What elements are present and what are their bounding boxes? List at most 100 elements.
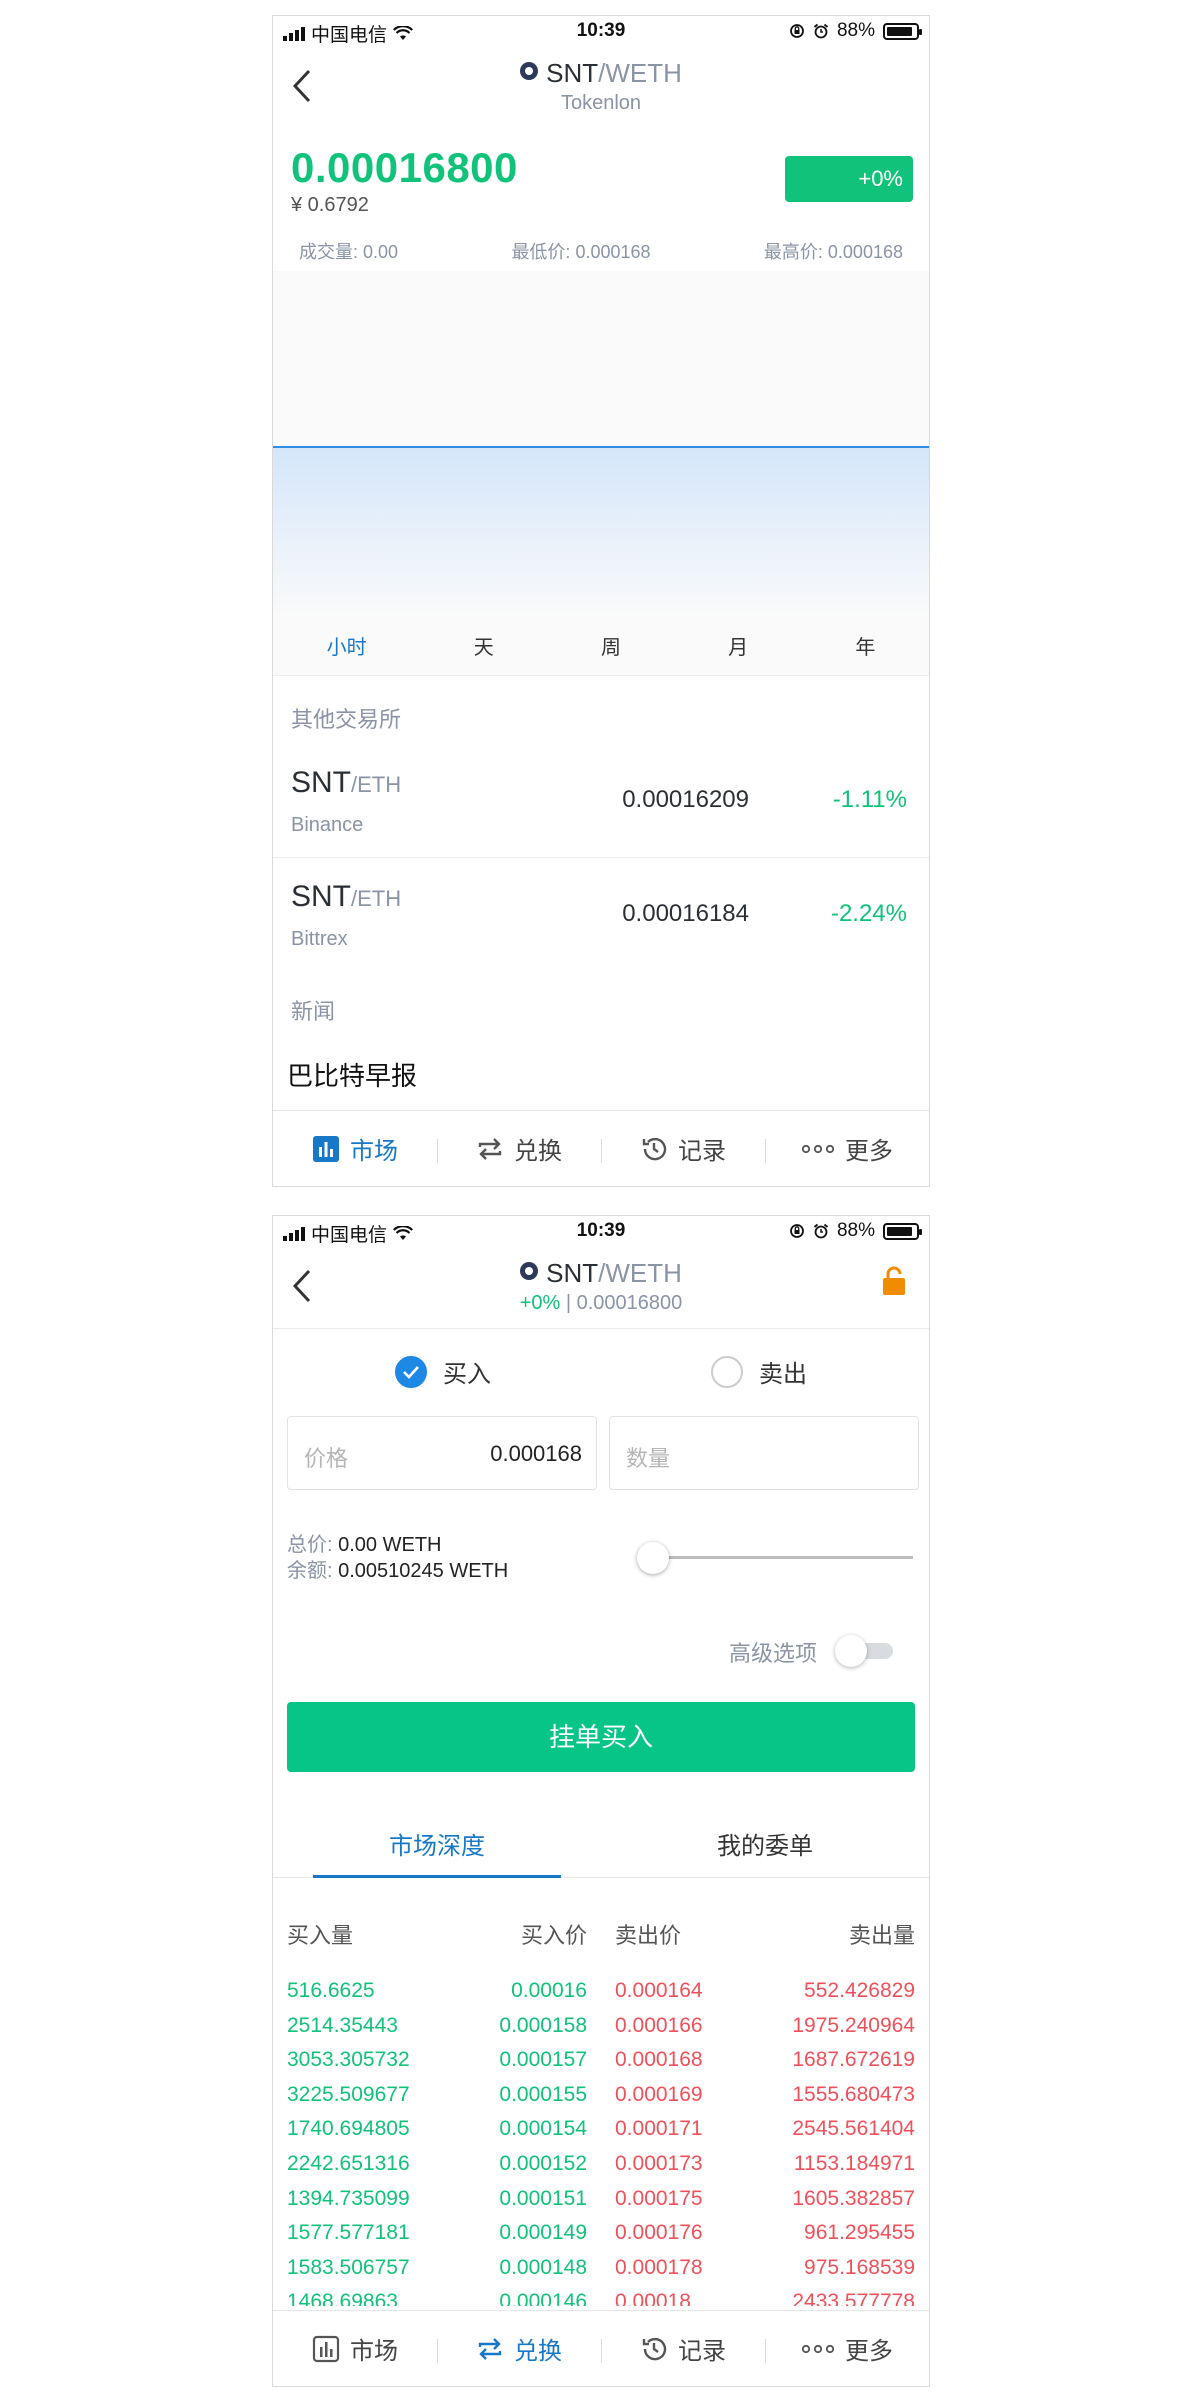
tab-market[interactable]: 市场: [273, 1131, 437, 1166]
tab-exchange-label: 兑换: [514, 2338, 562, 2365]
swap-icon: [478, 1137, 502, 1160]
buy-label: 买入: [443, 1361, 491, 1388]
price-field-value: 0.000168: [490, 1441, 582, 1466]
exchange-row-change: -1.11%: [832, 786, 907, 813]
checkmark-icon: [403, 1365, 419, 1379]
tab-market-depth[interactable]: 市场深度: [273, 1816, 601, 1878]
order-book-row: 1740.694805 0.000154 0.000171 2545.561404: [273, 2114, 929, 2149]
sell-radio[interactable]: [711, 1355, 743, 1388]
place-buy-order-button[interactable]: 挂单买入: [287, 1702, 915, 1772]
order-book-row: 1394.735099 0.000151 0.000175 1605.382857: [273, 2184, 929, 2219]
period-hour[interactable]: 小时: [327, 631, 367, 660]
period-day[interactable]: 天: [474, 631, 494, 660]
exchange-row-name: Bittrex: [291, 928, 348, 950]
buy-qty-cell: 1577.577181: [287, 2221, 410, 2245]
orientation-lock-icon: [790, 1224, 804, 1238]
history-icon: [642, 1137, 667, 1160]
pair-quote: /WETH: [598, 58, 682, 88]
amount-field[interactable]: 数量: [609, 1416, 919, 1490]
coin-icon: [520, 62, 539, 80]
depth-tabs: 市场深度 我的委单: [273, 1816, 929, 1878]
other-exchanges-title: 其他交易所: [291, 707, 402, 732]
order-book-row: 1583.506757 0.000148 0.000178 975.168539: [273, 2253, 929, 2288]
buy-option[interactable]: 买入: [395, 1354, 491, 1389]
balance-value: 0.00510245 WETH: [332, 1560, 509, 1582]
buy-price-cell: 0.000146: [499, 2290, 587, 2306]
sell-price-cell: 0.000178: [615, 2255, 703, 2279]
advanced-options-toggle-knob[interactable]: [835, 1635, 867, 1667]
tab-my-orders[interactable]: 我的委单: [601, 1816, 929, 1877]
buy-qty-cell: 3053.305732: [287, 2048, 410, 2072]
total-label: 总价:: [287, 1534, 333, 1556]
sell-price-cell: 0.000173: [615, 2151, 703, 2175]
order-book-row: 3225.509677 0.000155 0.000169 1555.680473: [273, 2080, 929, 2115]
lock-button[interactable]: [881, 1266, 907, 1301]
pair-quote: /WETH: [598, 1258, 682, 1288]
sell-price-cell: 0.000171: [615, 2117, 703, 2141]
pair-base: SNT: [546, 58, 599, 88]
sell-price-cell: 0.000176: [615, 2221, 703, 2245]
change-badge: +0%: [785, 156, 913, 202]
tab-more-label: 更多: [845, 1138, 893, 1165]
period-month[interactable]: 月: [728, 631, 748, 660]
tab-records[interactable]: 记录: [601, 2331, 765, 2366]
tab-market-label: 市场: [350, 2338, 398, 2365]
sell-option[interactable]: 卖出: [711, 1354, 807, 1389]
current-price: 0.00016800: [291, 144, 518, 191]
battery-icon: [883, 1222, 922, 1240]
sell-price-cell: 0.000175: [615, 2186, 703, 2210]
status-bar: 中国电信 10:39 88%: [273, 16, 929, 46]
tab-more[interactable]: 更多: [765, 2331, 929, 2366]
more-dots-icon: [801, 1144, 835, 1153]
buy-price-cell: 0.000149: [499, 2221, 587, 2245]
tab-exchange[interactable]: 兑换: [437, 2331, 601, 2366]
buy-price-cell: 0.000152: [499, 2151, 587, 2175]
exchange-row-quote: /ETH: [351, 772, 402, 797]
sell-price-cell: 0.00018: [615, 2290, 691, 2306]
amount-slider-handle[interactable]: [637, 1542, 669, 1574]
exchange-row-bittrex[interactable]: SNT/ETH Bittrex 0.00016184 -2.24%: [273, 862, 929, 972]
tab-market[interactable]: 市场: [273, 2331, 437, 2366]
buy-qty-cell: 2514.35443: [287, 2013, 398, 2037]
news-item[interactable]: 巴比特早报: [287, 1056, 417, 1093]
pair-summary: +0% | 0.00016800: [273, 1292, 929, 1315]
chart-bars-icon: [312, 2335, 340, 2362]
sell-price-cell: 0.000168: [615, 2048, 703, 2072]
order-book-row: 516.6625 0.00016 0.000164 552.426829: [273, 1976, 929, 2011]
order-book: 516.6625 0.00016 0.000164 552.426829 2514.35…: [273, 1976, 929, 2306]
low-stat: 最低价: 0.000168: [511, 242, 651, 262]
exchange-row-change: -2.24%: [830, 900, 907, 927]
coin-icon: [520, 1262, 539, 1280]
buy-radio[interactable]: [395, 1355, 427, 1388]
tab-records-label: 记录: [678, 2338, 726, 2365]
order-book-row: 1577.577181 0.000149 0.000176 961.295455: [273, 2218, 929, 2253]
sell-qty-cell: 1975.240964: [792, 2013, 915, 2037]
tab-records[interactable]: 记录: [601, 1131, 765, 1166]
tab-more[interactable]: 更多: [765, 1131, 929, 1166]
buy-qty-cell: 1468.69863: [287, 2290, 398, 2306]
exchange-row-base: SNT: [291, 880, 351, 913]
sell-qty-cell: 1555.680473: [792, 2082, 915, 2106]
tab-market-label: 市场: [350, 1138, 398, 1165]
buy-qty-cell: 516.6625: [287, 1979, 375, 2002]
status-bar: 中国电信 10:39 88%: [273, 1216, 929, 1246]
exchange-row-binance[interactable]: SNT/ETH Binance 0.00016209 -1.11%: [273, 748, 929, 858]
pair-title: SNT/WETH: [273, 58, 929, 89]
price-field[interactable]: 价格 0.000168: [287, 1416, 597, 1490]
sell-price-cell: 0.000164: [615, 1979, 703, 2002]
exchange-row-name: Binance: [291, 814, 364, 836]
buy-qty-cell: 1394.735099: [287, 2186, 410, 2210]
period-week[interactable]: 周: [601, 631, 621, 660]
order-book-row: 2242.651316 0.000152 0.000173 1153.184971: [273, 2149, 929, 2184]
swap-icon: [478, 2337, 502, 2360]
tab-more-label: 更多: [845, 2338, 893, 2365]
pair-base: SNT: [546, 1258, 599, 1288]
tab-exchange[interactable]: 兑换: [437, 1131, 601, 1166]
buy-qty-cell: 1740.694805: [287, 2117, 410, 2141]
period-year[interactable]: 年: [855, 631, 875, 660]
battery-percent: 88%: [836, 20, 875, 41]
sell-price-cell: 0.000166: [615, 2013, 703, 2037]
sell-qty-cell: 1687.672619: [792, 2048, 915, 2072]
amount-slider-track[interactable]: [657, 1556, 913, 1559]
battery-percent: 88%: [836, 1220, 875, 1241]
